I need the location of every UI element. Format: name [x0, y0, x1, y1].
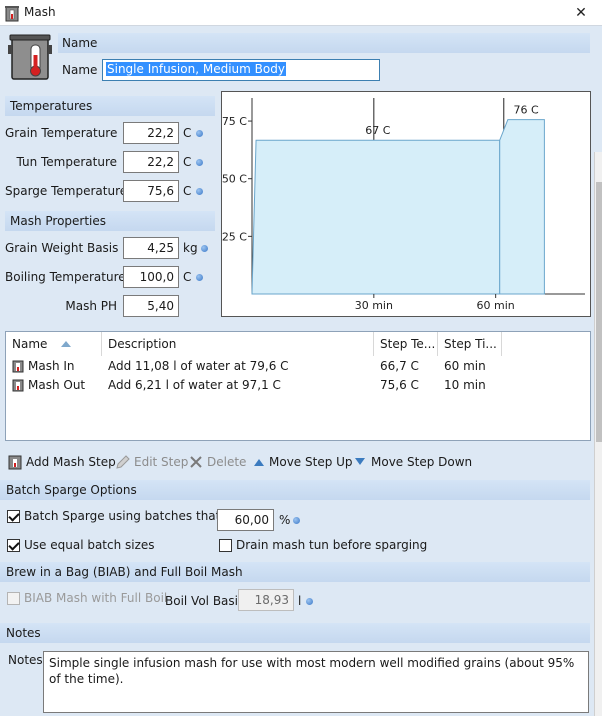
mash-kettle-icon — [8, 34, 52, 80]
equal-batch-sizes-checkbox[interactable] — [7, 539, 20, 552]
name-input[interactable]: Single Infusion, Medium Body — [102, 59, 380, 81]
step-area — [499, 119, 545, 295]
vertical-scrollbar[interactable] — [594, 152, 602, 716]
drain-mash-tun-label: Drain mash tun before sparging — [236, 538, 428, 552]
mash-steps-table: Name Description Step Te... Step Ti... M… — [5, 331, 591, 441]
batch-sparge-fill-checkbox[interactable] — [7, 510, 20, 523]
scrollbar-thumb[interactable] — [596, 182, 602, 442]
column-header-name[interactable]: Name — [6, 332, 102, 356]
unit-indicator-icon[interactable] — [196, 274, 203, 281]
mash-ph-input[interactable]: 5,40 — [123, 295, 179, 317]
mash-ph-label: Mash PH — [65, 299, 117, 313]
grain-temp-label: Grain Temperature — [5, 126, 118, 140]
y-tick-label: 50 C — [222, 173, 247, 186]
batch-sparge-fill-label: Batch Sparge using batches that fill — [24, 509, 239, 523]
tun-temp-unit: C — [183, 155, 192, 169]
kettle-icon — [5, 6, 19, 22]
unit-indicator-icon[interactable] — [201, 245, 208, 252]
column-header-step-temp[interactable]: Step Te... — [374, 332, 438, 356]
cell-name: Mash Out — [28, 378, 86, 392]
mash-window: Mash ✕ Name Name Single Infusion, Medium… — [0, 0, 602, 716]
drain-mash-tun-checkbox[interactable] — [219, 539, 232, 552]
equal-batch-sizes-label: Use equal batch sizes — [24, 538, 155, 552]
arrow-down-icon — [355, 458, 365, 465]
boiling-temp-input[interactable]: 100,0 — [123, 266, 179, 288]
sparge-temp-input[interactable]: 75,6 — [123, 180, 179, 202]
boil-vol-basis-label: Boil Vol Basis — [165, 594, 245, 608]
cell-description: Add 6,21 l of water at 97,1 C — [108, 378, 281, 392]
y-tick-label: 75 C — [222, 115, 247, 128]
batch-sparge-heading: Batch Sparge Options — [6, 483, 137, 497]
unit-indicator-icon[interactable] — [196, 188, 203, 195]
notes-textarea[interactable]: Simple single infusion mash for use with… — [43, 651, 589, 713]
name-heading: Name — [62, 36, 98, 50]
grain-temp-unit: C — [183, 126, 192, 140]
biab-full-boil-checkbox[interactable] — [7, 592, 20, 605]
column-header-step-time[interactable]: Step Ti... — [438, 332, 502, 356]
batch-fill-percent-input[interactable]: 60,00 — [217, 509, 274, 531]
edit-step-label: Edit Step — [134, 455, 189, 469]
x-tick-label: 30 min — [355, 299, 393, 312]
grain-weight-input[interactable]: 4,25 — [123, 237, 179, 259]
y-tick-label: 25 C — [222, 230, 247, 243]
unit-indicator-icon[interactable] — [293, 517, 300, 524]
delete-label: Delete — [207, 455, 247, 469]
kettle-icon — [12, 379, 24, 392]
unit-indicator-icon[interactable] — [196, 130, 203, 137]
table-row[interactable]: Mash Out Add 6,21 l of water at 97,1 C 75,… — [6, 376, 590, 395]
batch-fill-unit: % — [279, 513, 291, 527]
unit-indicator-icon[interactable] — [306, 598, 313, 605]
cell-step-time: 10 min — [444, 378, 486, 392]
boil-vol-basis-input[interactable]: 18,93 — [238, 589, 294, 611]
delete-icon — [190, 456, 202, 468]
sparge-temp-unit: C — [183, 184, 192, 198]
kettle-icon — [8, 455, 22, 470]
tun-temp-input[interactable]: 22,2 — [123, 151, 179, 173]
grain-weight-unit: kg — [183, 241, 198, 255]
notes-band — [0, 623, 590, 643]
add-mash-step-label: Add Mash Step — [26, 455, 116, 469]
table-row[interactable]: Mash In Add 11,08 l of water at 79,6 C 66,… — [6, 357, 590, 376]
kettle-icon — [12, 360, 24, 373]
mash-profile-chart: 67 C 76 C 25 C 50 C 75 C 30 min 60 min — [221, 91, 591, 317]
close-button[interactable]: ✕ — [566, 1, 596, 25]
cell-description: Add 11,08 l of water at 79,6 C — [108, 359, 289, 373]
edit-icon — [116, 455, 130, 469]
column-header-description[interactable]: Description — [102, 332, 374, 356]
unit-indicator-icon[interactable] — [196, 159, 203, 166]
mash-properties-heading: Mash Properties — [10, 214, 107, 228]
title-bar: Mash ✕ — [0, 0, 602, 26]
sparge-temp-label: Sparge Temperature — [5, 184, 128, 198]
sort-ascending-icon — [61, 341, 71, 347]
step-label: 76 C — [514, 104, 539, 117]
cell-step-time: 60 min — [444, 359, 486, 373]
cell-step-temp: 66,7 C — [380, 359, 419, 373]
notes-label: Notes — [8, 653, 43, 667]
window-title: Mash — [24, 5, 56, 19]
temperatures-heading: Temperatures — [10, 99, 93, 113]
grain-temp-input[interactable]: 22,2 — [123, 122, 179, 144]
move-step-down-label: Move Step Down — [371, 455, 473, 469]
x-tick-label: 60 min — [477, 299, 515, 312]
notes-heading: Notes — [6, 626, 41, 640]
mash-profile-plot: 67 C 76 C 25 C 50 C 75 C 30 min 60 min — [222, 98, 585, 312]
cell-step-temp: 75,6 C — [380, 378, 419, 392]
step-label: 67 C — [365, 124, 390, 137]
cell-name: Mash In — [28, 359, 75, 373]
name-value: Single Infusion, Medium Body — [106, 62, 286, 76]
grain-weight-label: Grain Weight Basis — [5, 241, 119, 255]
tun-temp-label: Tun Temperature — [16, 155, 117, 169]
biab-full-boil-label: BIAB Mash with Full Boil — [24, 591, 168, 605]
name-heading-band — [58, 33, 590, 53]
move-step-up-label: Move Step Up — [269, 455, 353, 469]
biab-heading: Brew in a Bag (BIAB) and Full Boil Mash — [6, 565, 243, 579]
arrow-up-icon — [254, 459, 264, 466]
step-area — [251, 139, 501, 295]
name-label: Name — [62, 63, 98, 77]
boil-vol-unit: l — [298, 594, 302, 608]
boiling-temp-unit: C — [183, 270, 192, 284]
boiling-temp-label: Boiling Temperature — [5, 270, 126, 284]
